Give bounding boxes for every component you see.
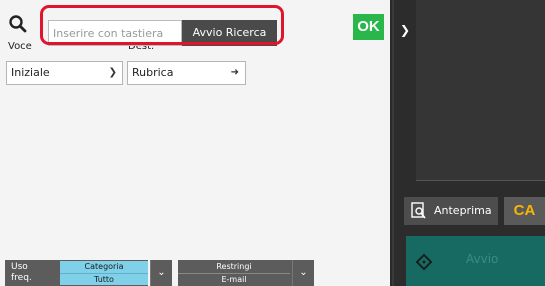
preview-button[interactable]: Anteprima bbox=[404, 197, 498, 225]
address-book-panel: Avvio Ricerca OK Voce Dest. Iniziale ❯ R… bbox=[0, 0, 392, 286]
voce-label: Voce bbox=[8, 41, 32, 52]
category-value: Tutto bbox=[60, 273, 148, 285]
chevron-right-icon: ❯ bbox=[399, 23, 411, 37]
voce-select-value: Iniziale bbox=[11, 66, 50, 79]
search-icon[interactable] bbox=[8, 14, 28, 34]
highlight-frame bbox=[40, 5, 284, 45]
preview-icon bbox=[411, 202, 426, 219]
chevron-down-icon: ⌄ bbox=[299, 267, 308, 278]
chevron-down-icon: ⌄ bbox=[157, 267, 166, 278]
ok-button[interactable]: OK bbox=[353, 14, 384, 40]
start-button[interactable]: Avvio bbox=[406, 236, 545, 286]
frequent-use-label: Uso freq. bbox=[11, 262, 32, 283]
narrow-down-label: Restringi bbox=[216, 262, 252, 271]
dest-select-value: Rubrica bbox=[132, 66, 174, 79]
preview-area bbox=[416, 0, 545, 180]
divider bbox=[416, 180, 545, 181]
preview-label: Anteprima bbox=[434, 204, 492, 217]
voce-select[interactable]: Iniziale ❯ bbox=[6, 61, 123, 85]
narrow-down-value: E-mail bbox=[178, 273, 290, 285]
clear-all-button[interactable]: CA bbox=[504, 197, 545, 225]
expand-button[interactable]: ❯ bbox=[394, 10, 416, 50]
filter-bar: Uso freq. Categoria Tutto ⌄ Restringi E-… bbox=[0, 258, 392, 286]
start-label: Avvio bbox=[466, 252, 499, 266]
chevron-down-icon: ❯ bbox=[108, 67, 117, 78]
narrow-down-dropdown-button[interactable]: ⌄ bbox=[292, 260, 314, 286]
category-button[interactable]: Categoria Tutto bbox=[60, 260, 148, 286]
action-panel: ❯ Anteprima CA Avvio bbox=[394, 0, 545, 286]
arrow-right-icon: ➜ bbox=[230, 67, 239, 78]
dest-select[interactable]: Rubrica ➜ bbox=[127, 61, 246, 85]
category-dropdown-button[interactable]: ⌄ bbox=[150, 260, 172, 286]
category-label: Categoria bbox=[60, 261, 148, 273]
start-icon bbox=[416, 254, 432, 270]
frequent-use-button[interactable]: Uso freq. bbox=[5, 260, 60, 286]
